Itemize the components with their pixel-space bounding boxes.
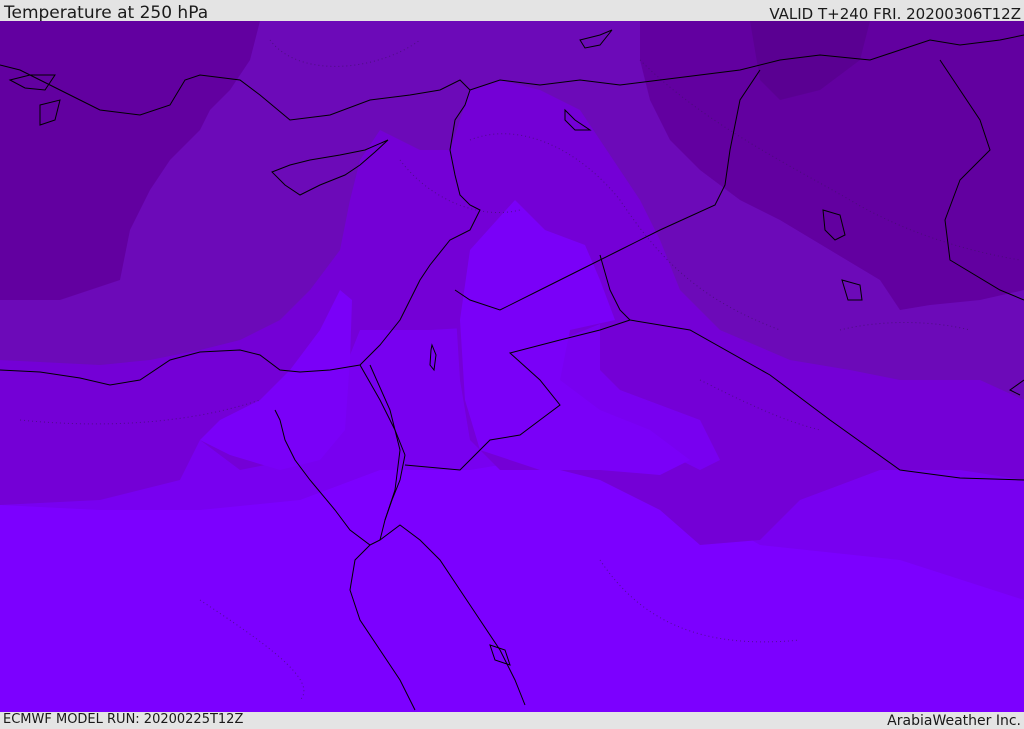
model-run: ECMWF MODEL RUN: 20200225T12Z (3, 712, 244, 727)
map-canvas (0, 21, 1024, 712)
weather-map[interactable] (0, 21, 1024, 712)
credit-label: ArabiaWeather Inc. (887, 713, 1021, 729)
footer-bar: ECMWF MODEL RUN: 20200225T12Z ArabiaWeat… (0, 712, 1024, 729)
map-title: Temperature at 250 hPa (4, 3, 209, 23)
header-bar: Temperature at 250 hPa VALID T+240 FRI. … (0, 0, 1024, 23)
